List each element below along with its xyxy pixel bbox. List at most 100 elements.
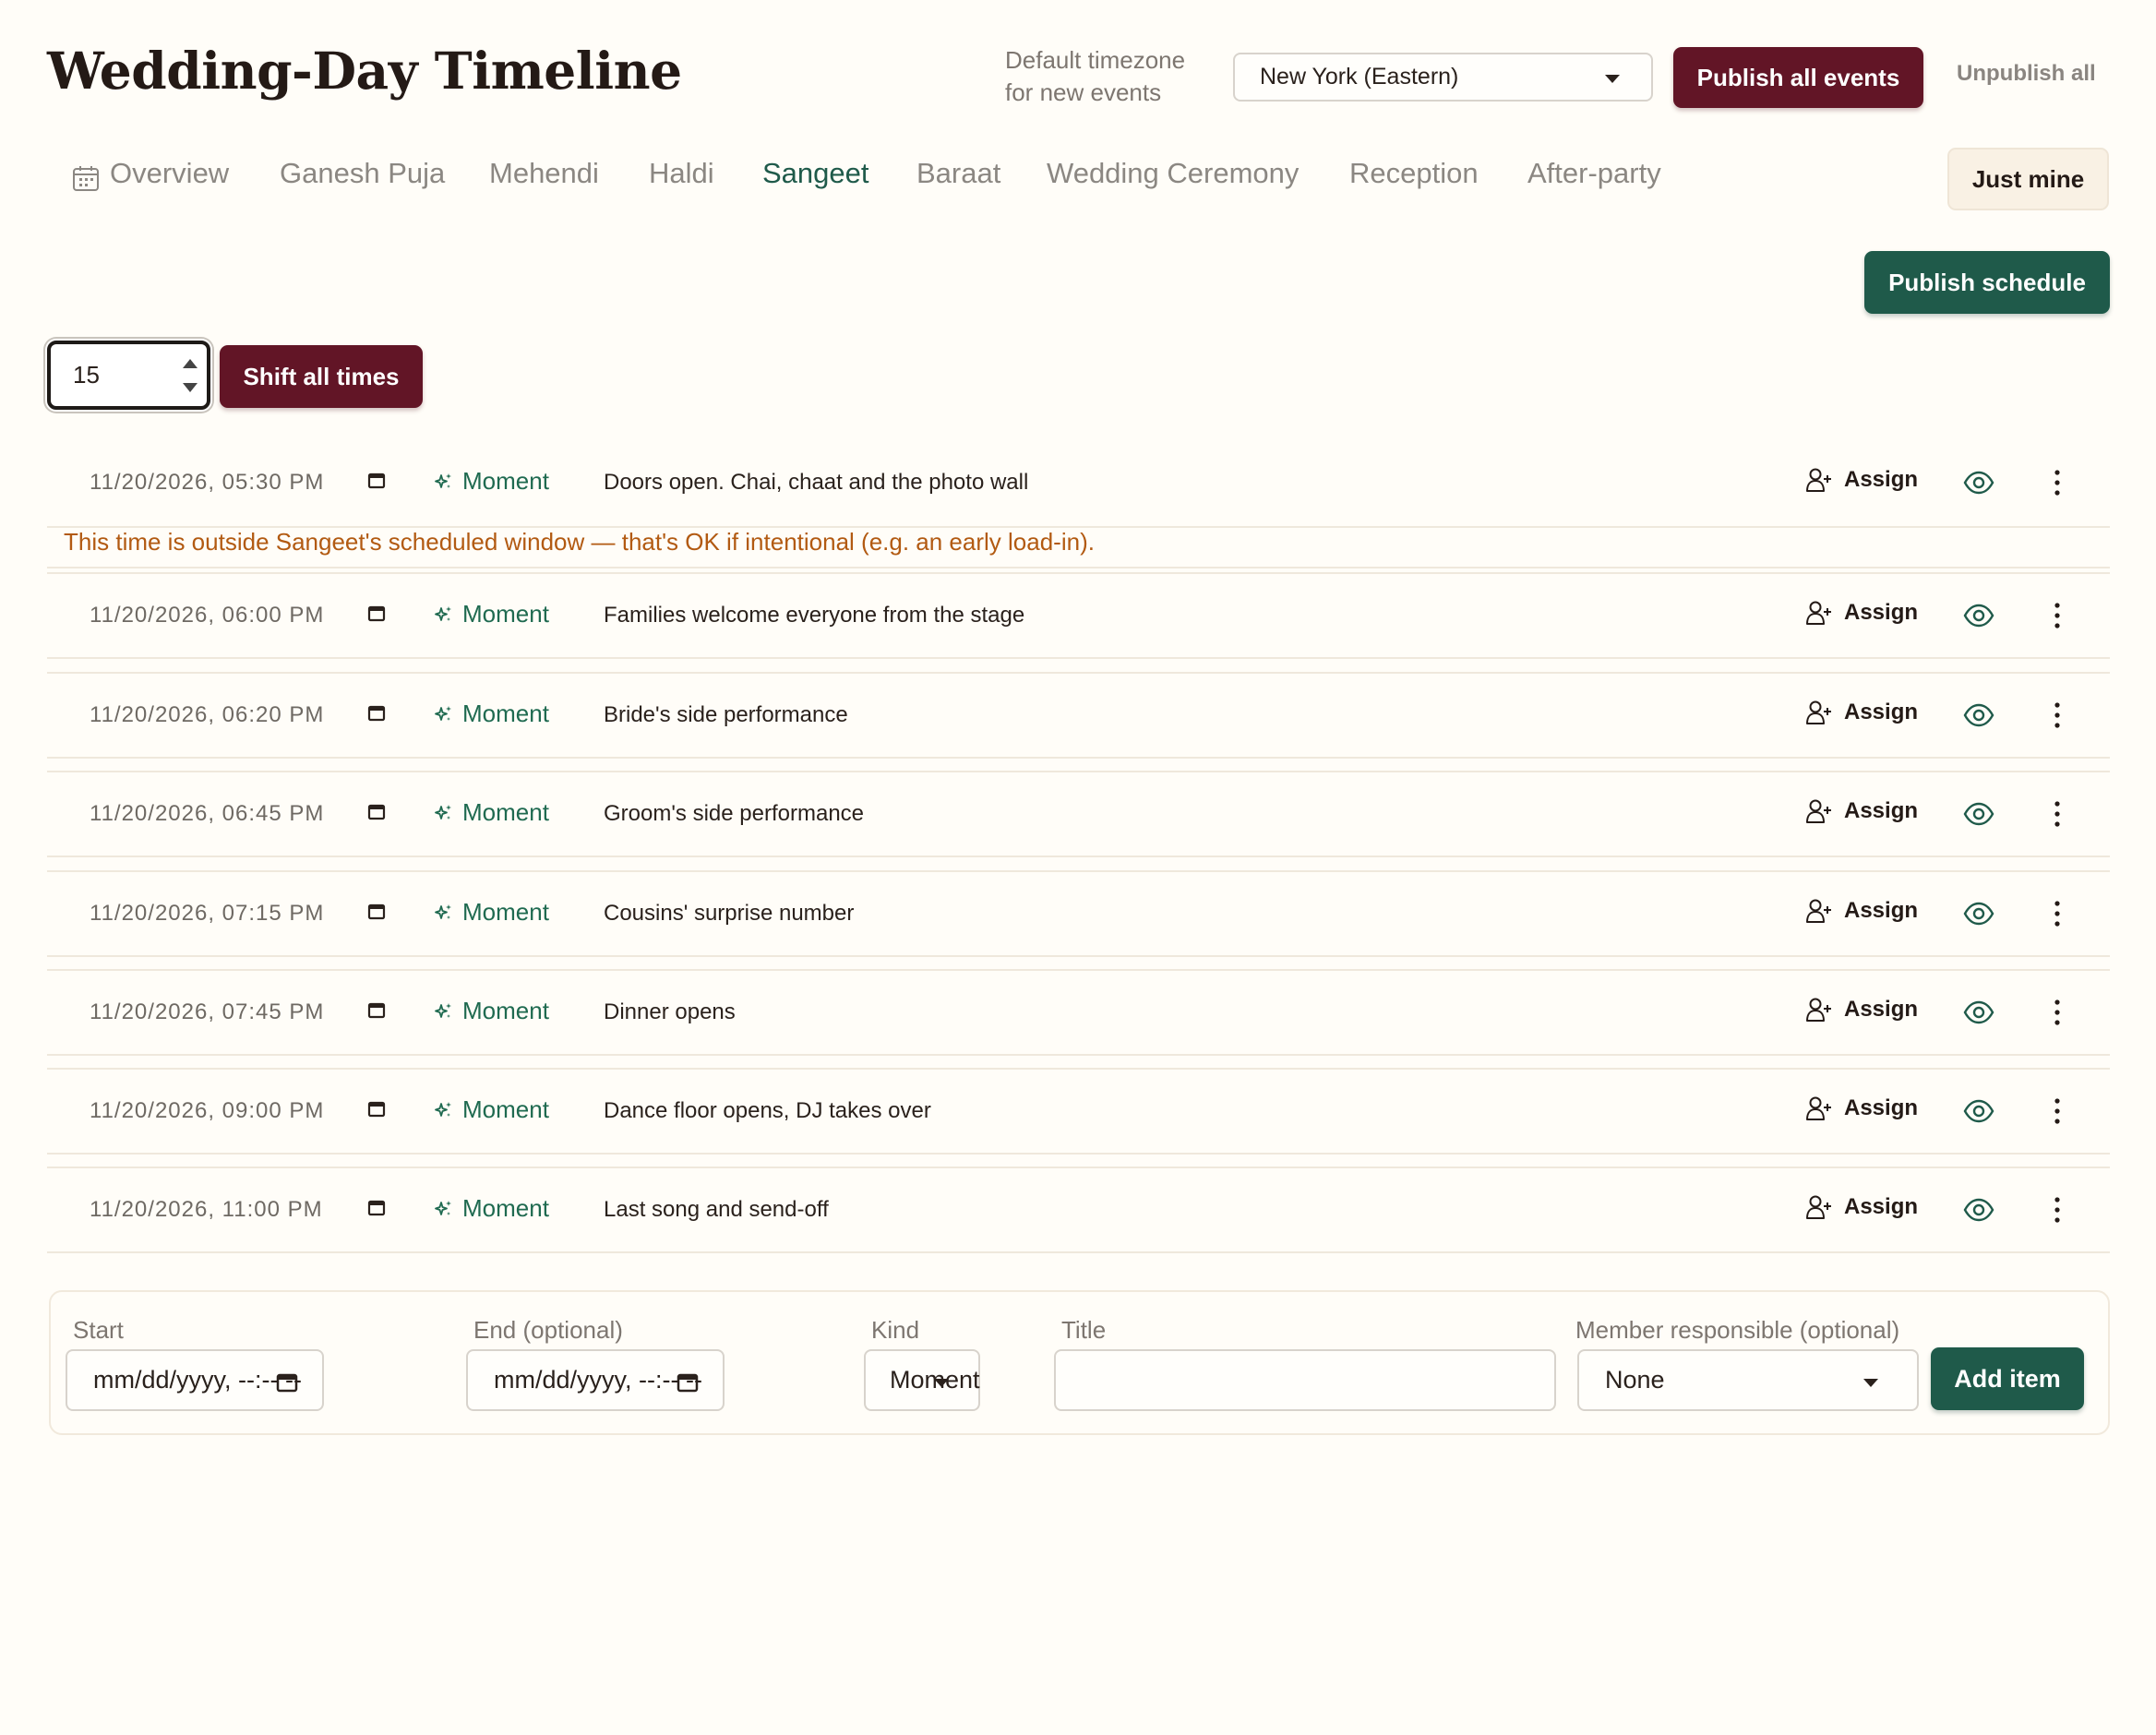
assign-button[interactable]: Assign xyxy=(1805,798,1918,824)
assign-button[interactable]: Assign xyxy=(1805,1194,1918,1220)
row-datetime[interactable]: 11/20/2026, 07:45 PM xyxy=(90,999,324,1025)
timeline-row: 11/20/2026, 07:15 PM Moment Cousins' sur… xyxy=(47,870,2110,957)
row-datetime[interactable]: 11/20/2026, 06:20 PM xyxy=(90,702,324,728)
calendar-picker-icon[interactable] xyxy=(367,903,386,921)
calendar-picker-icon[interactable] xyxy=(367,1001,386,1020)
row-datetime[interactable]: 11/20/2026, 07:15 PM xyxy=(90,901,324,927)
more-options-icon[interactable] xyxy=(2052,997,2063,1028)
tab-haldi[interactable]: Haldi xyxy=(649,157,714,190)
eye-icon[interactable] xyxy=(1963,900,1994,927)
tab-wedding-ceremony[interactable]: Wedding Ceremony xyxy=(1047,157,1299,190)
eye-icon[interactable] xyxy=(1963,1196,1994,1224)
row-title[interactable]: Last song and send-off xyxy=(604,1197,829,1223)
row-datetime[interactable]: 11/20/2026, 06:45 PM xyxy=(90,801,324,827)
assign-button[interactable]: Assign xyxy=(1805,997,1918,1023)
assign-label: Assign xyxy=(1844,997,1919,1022)
row-title[interactable]: Families welcome everyone from the stage xyxy=(604,603,1024,628)
timezone-select[interactable]: New York (Eastern) xyxy=(1233,53,1653,102)
more-options-icon[interactable] xyxy=(2052,700,2063,731)
tab-baraat[interactable]: Baraat xyxy=(916,157,1000,190)
eye-icon[interactable] xyxy=(1963,1097,1994,1125)
tab-reception[interactable]: Reception xyxy=(1349,157,1479,190)
row-title[interactable]: Groom's side performance xyxy=(604,801,864,827)
row-title[interactable]: Dance floor opens, DJ takes over xyxy=(604,1098,931,1124)
row-title[interactable]: Cousins' surprise number xyxy=(604,901,854,927)
tab-overview[interactable]: Overview xyxy=(110,157,229,190)
eye-icon[interactable] xyxy=(1963,999,1994,1026)
row-kind-label: Moment xyxy=(462,600,549,628)
stepper-arrows-icon[interactable] xyxy=(183,355,198,396)
tab-sangeet[interactable]: Sangeet xyxy=(762,157,869,190)
row-kind-label: Moment xyxy=(462,997,549,1024)
calendar-picker-icon[interactable] xyxy=(276,1372,298,1393)
calendar-picker-icon[interactable] xyxy=(367,1100,386,1119)
chevron-down-icon xyxy=(934,1379,949,1387)
more-options-icon[interactable] xyxy=(2052,600,2063,631)
row-kind[interactable]: Moment xyxy=(433,997,549,1025)
shift-minutes-input[interactable]: 15 xyxy=(47,341,210,410)
eye-icon[interactable] xyxy=(1963,701,1994,729)
add-user-icon xyxy=(1806,899,1831,923)
more-options-icon[interactable] xyxy=(2052,798,2063,830)
row-kind-label: Moment xyxy=(462,1095,549,1123)
shift-all-times-button[interactable]: Shift all times xyxy=(220,345,423,408)
eye-icon[interactable] xyxy=(1963,800,1994,828)
kind-select[interactable]: Moment xyxy=(864,1349,980,1411)
row-title[interactable]: Doors open. Chai, chaat and the photo wa… xyxy=(604,470,1028,496)
row-datetime[interactable]: 11/20/2026, 11:00 PM xyxy=(90,1197,323,1223)
start-datetime-input[interactable]: mm/dd/yyyy, --:-- -- xyxy=(66,1349,324,1411)
more-options-icon[interactable] xyxy=(2052,898,2063,929)
add-user-icon xyxy=(1806,1096,1831,1120)
add-item-button[interactable]: Add item xyxy=(1931,1347,2084,1410)
row-datetime[interactable]: 11/20/2026, 09:00 PM xyxy=(90,1098,324,1124)
row-kind[interactable]: Moment xyxy=(433,1194,549,1223)
row-datetime[interactable]: 11/20/2026, 06:00 PM xyxy=(90,603,324,628)
calendar-picker-icon[interactable] xyxy=(367,604,386,623)
timezone-value: New York (Eastern) xyxy=(1260,64,1459,90)
title-input[interactable] xyxy=(1054,1349,1556,1411)
tab-after-party[interactable]: After-party xyxy=(1527,157,1661,190)
assign-button[interactable]: Assign xyxy=(1805,467,1918,493)
tab-ganesh-puja[interactable]: Ganesh Puja xyxy=(280,157,445,190)
just-mine-toggle[interactable]: Just mine xyxy=(1947,148,2109,210)
row-kind[interactable]: Moment xyxy=(433,898,549,927)
tab-mehendi[interactable]: Mehendi xyxy=(489,157,599,190)
outside-window-warning: This time is outside Sangeet's scheduled… xyxy=(47,528,2110,568)
assign-button[interactable]: Assign xyxy=(1805,1095,1918,1121)
more-options-icon[interactable] xyxy=(2052,1194,2063,1226)
assign-button[interactable]: Assign xyxy=(1805,700,1918,725)
add-user-icon xyxy=(1806,1195,1831,1219)
row-title[interactable]: Dinner opens xyxy=(604,999,736,1025)
publish-schedule-button[interactable]: Publish schedule xyxy=(1864,251,2110,314)
row-kind[interactable]: Moment xyxy=(433,600,549,628)
calendar-picker-icon[interactable] xyxy=(367,1199,386,1217)
add-user-icon xyxy=(1806,468,1831,492)
member-select[interactable]: None xyxy=(1577,1349,1919,1411)
assign-button[interactable]: Assign xyxy=(1805,898,1918,924)
calendar-picker-icon[interactable] xyxy=(367,704,386,723)
more-options-icon[interactable] xyxy=(2052,1095,2063,1127)
calendar-picker-icon[interactable] xyxy=(367,472,386,490)
row-datetime[interactable]: 11/20/2026, 05:30 PM xyxy=(90,470,324,496)
calendar-picker-icon[interactable] xyxy=(677,1372,699,1393)
eye-icon[interactable] xyxy=(1963,469,1994,497)
row-title[interactable]: Bride's side performance xyxy=(604,702,848,728)
more-options-icon[interactable] xyxy=(2052,467,2063,498)
unpublish-all-button[interactable]: Unpublish all xyxy=(1957,61,2096,87)
row-kind[interactable]: Moment xyxy=(433,1095,549,1124)
assign-label: Assign xyxy=(1844,1194,1919,1219)
row-kind[interactable]: Moment xyxy=(433,798,549,827)
assign-button[interactable]: Assign xyxy=(1805,600,1918,626)
sparkle-icon xyxy=(435,473,451,488)
eye-icon[interactable] xyxy=(1963,602,1994,629)
calendar-picker-icon[interactable] xyxy=(367,803,386,821)
row-kind[interactable]: Moment xyxy=(433,467,549,496)
sparkle-icon xyxy=(435,705,451,721)
row-kind[interactable]: Moment xyxy=(433,700,549,728)
member-label: Member responsible (optional) xyxy=(1575,1316,1900,1344)
timeline-row: 11/20/2026, 06:45 PM Moment Groom's side… xyxy=(47,771,2110,857)
end-datetime-input[interactable]: mm/dd/yyyy, --:-- -- xyxy=(466,1349,725,1411)
end-placeholder: mm/dd/yyyy, --:-- -- xyxy=(494,1366,702,1394)
publish-all-button[interactable]: Publish all events xyxy=(1673,47,1923,108)
shift-minutes-value: 15 xyxy=(73,361,100,389)
